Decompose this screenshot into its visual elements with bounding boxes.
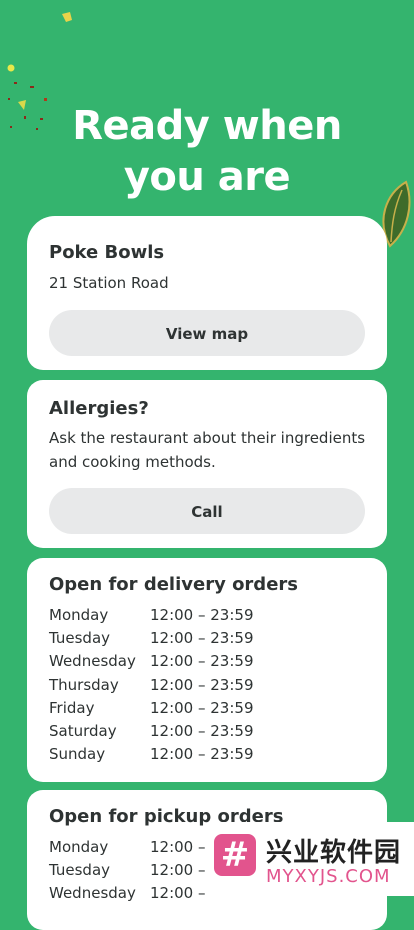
watermark-logo: # [214,834,256,876]
watermark: # 兴业软件园 MYXYJS.COM [208,822,414,896]
hours-time: 12:00 – [150,861,206,880]
call-button[interactable]: Call [49,488,365,534]
hours-time: 12:00 – [150,884,206,903]
hours-day: Thursday [49,675,119,694]
hours-row: Wednesday 12:00 – 23:59 [49,650,254,673]
hours-day: Tuesday [49,629,111,648]
hours-time: 12:00 – 23:59 [150,606,254,624]
restaurant-name: Poke Bowls [49,242,165,263]
hours-day: Wednesday [49,652,136,671]
hours-day: Tuesday [49,861,111,880]
view-map-button[interactable]: View map [49,310,365,356]
hours-time: 12:00 – 23:59 [150,629,254,648]
hours-time: 12:00 – 23:59 [150,745,254,764]
delivery-hours-list: Monday 12:00 – 23:59 Tuesday 12:00 – 23:59… [49,604,254,766]
hours-day: Monday [49,606,109,624]
hours-row: Tuesday 12:00 – 23:59 [49,627,254,650]
allergies-title: Allergies? [49,398,149,419]
hours-day: Saturday [49,722,117,741]
restaurant-address: 21 Station Road [49,274,169,292]
hours-row: Thursday 12:00 – 23:59 [49,674,254,697]
allergies-card: Allergies? Ask the restaurant about thei… [27,380,387,548]
hours-row: Tuesday 12:00 – [49,859,206,882]
restaurant-card: Poke Bowls 21 Station Road View map [27,216,387,370]
hours-day: Monday [49,838,109,856]
hours-row: Sunday 12:00 – 23:59 [49,743,254,766]
watermark-chinese-text: 兴业软件园 [266,838,402,868]
hours-day: Friday [49,698,95,717]
hours-row: Friday 12:00 – 23:59 [49,697,254,720]
hero-line-1: Ready when [72,102,342,149]
hero-line-2: you are [123,153,291,200]
hours-time: 12:00 – [150,838,206,856]
watermark-domain-text: MYXYJS.COM [266,866,391,887]
hours-time: 12:00 – 23:59 [150,722,254,741]
hours-row: Monday 12:00 – 23:59 [49,604,254,627]
hours-row: Saturday 12:00 – 23:59 [49,720,254,743]
allergies-text: Ask the restaurant about their ingredien… [49,429,366,471]
hours-time: 12:00 – 23:59 [150,652,254,671]
hours-row: Wednesday 12:00 – [49,882,206,905]
delivery-hours-title: Open for delivery orders [49,574,298,595]
pickup-hours-list: Monday 12:00 – Tuesday 12:00 – Wednesday 12… [49,836,206,906]
delivery-hours-card: Open for delivery orders Monday 12:00 – 2… [27,558,387,782]
hours-day: Sunday [49,745,106,764]
hours-row: Monday 12:00 – [49,836,206,859]
hero-title: Ready when you are [0,101,414,203]
hours-time: 12:00 – 23:59 [150,698,254,717]
hours-day: Wednesday [49,884,136,903]
hours-time: 12:00 – 23:59 [150,675,254,694]
